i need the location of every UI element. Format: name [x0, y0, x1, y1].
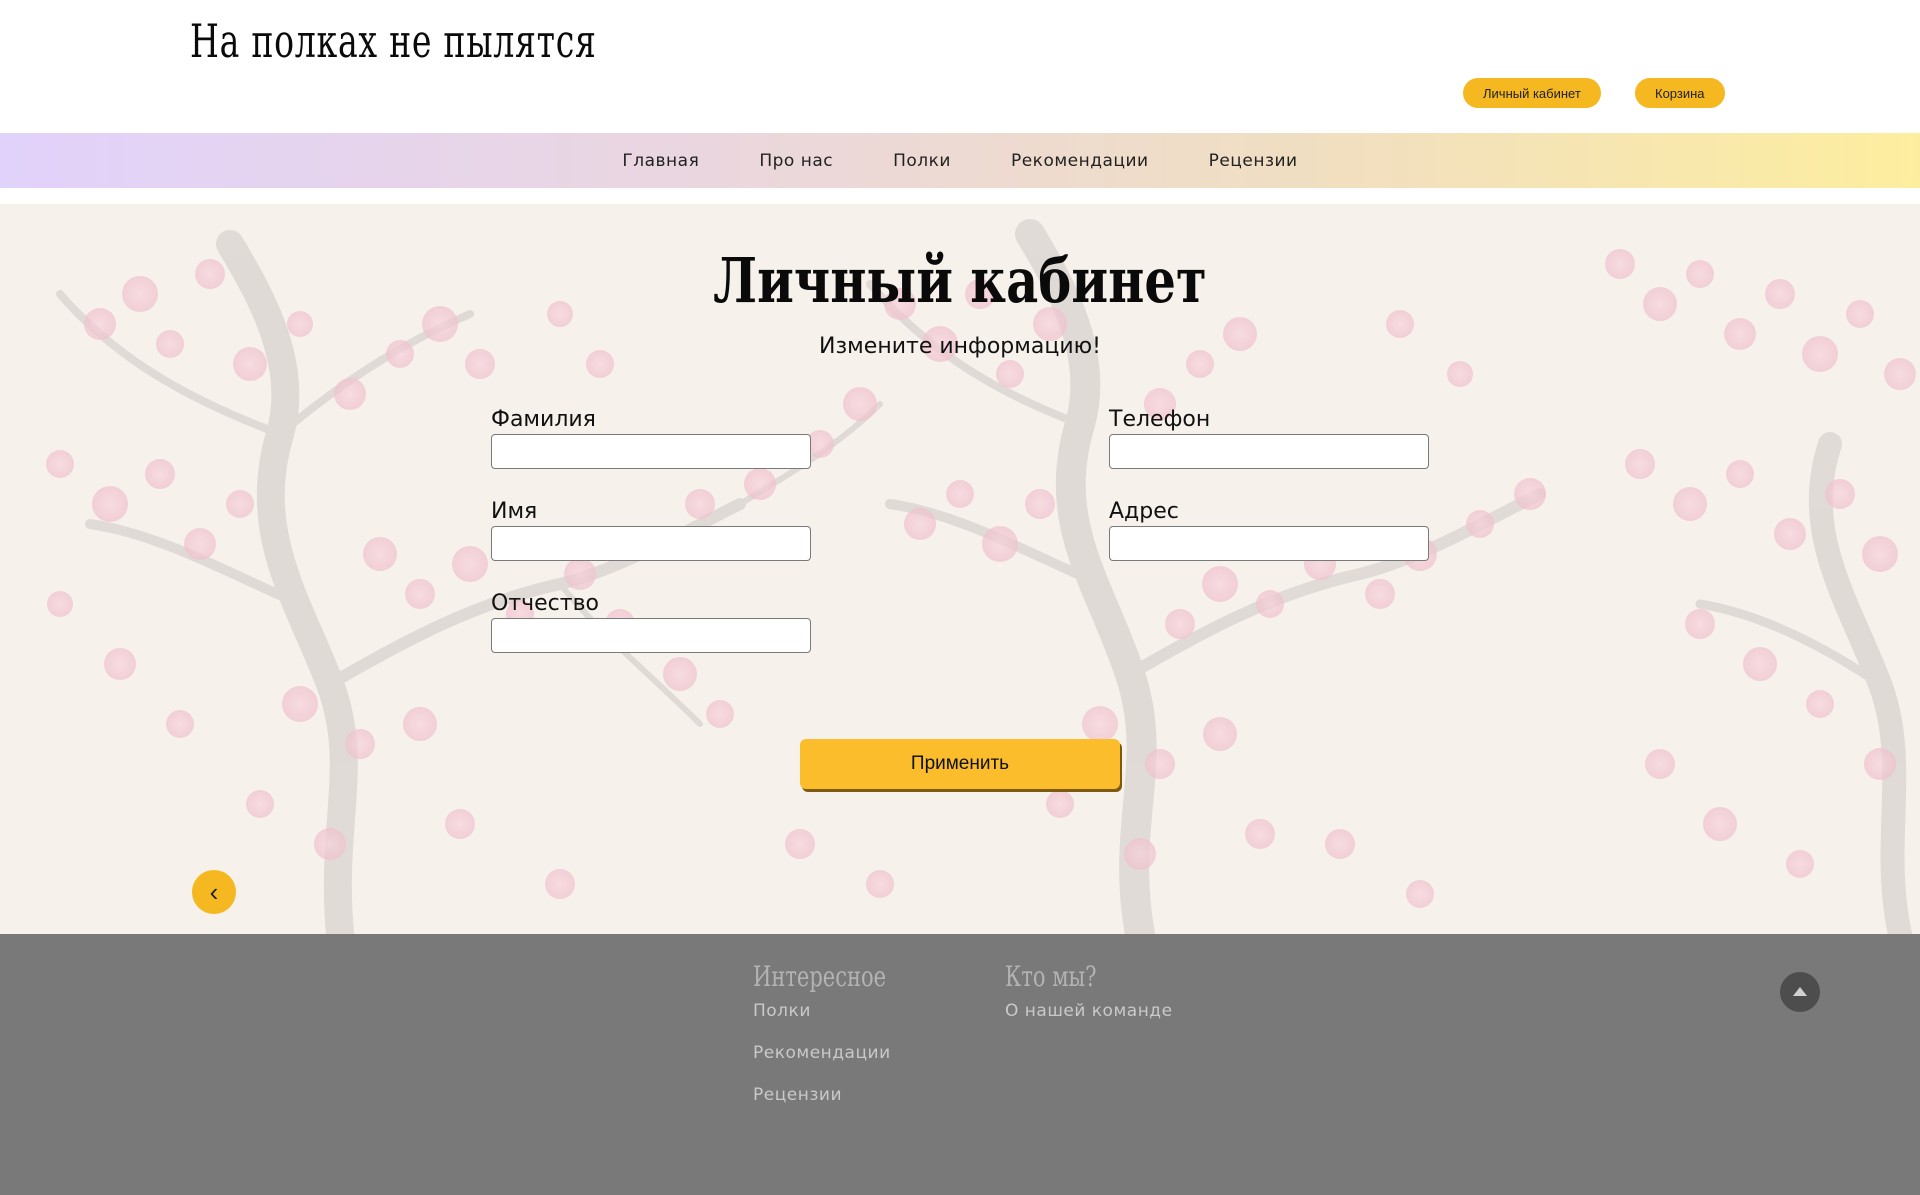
- name-input[interactable]: [491, 526, 811, 561]
- page-subtitle: Измените информацию!: [819, 334, 1101, 359]
- address-input[interactable]: [1109, 526, 1429, 561]
- surname-input[interactable]: [491, 434, 811, 469]
- scroll-to-top-button[interactable]: [1780, 972, 1820, 1012]
- footer-col-who-title: Кто мы?: [1005, 960, 1097, 993]
- account-button[interactable]: Личный кабинет: [1463, 78, 1601, 108]
- profile-section: Личный кабинет Измените информацию! Фами…: [0, 204, 1920, 934]
- footer-link-shelves[interactable]: Полки: [753, 1001, 930, 1043]
- main-nav: Главная Про нас Полки Рекомендации Рецен…: [0, 133, 1920, 188]
- caret-up-icon: [1793, 987, 1807, 996]
- patronymic-label: Отчество: [491, 591, 600, 616]
- nav-item-about[interactable]: Про нас: [759, 151, 833, 171]
- chevron-left-icon: ‹: [209, 876, 219, 907]
- nav-item-shelves[interactable]: Полки: [893, 151, 951, 171]
- footer-link-recommendations[interactable]: Рекомендации: [753, 1043, 930, 1085]
- nav-item-reviews[interactable]: Рецензии: [1209, 151, 1298, 171]
- site-header: На полках не пылятся Личный кабинет Корз…: [0, 0, 1920, 133]
- name-group: Имя: [491, 499, 811, 561]
- patronymic-group: Отчество: [491, 591, 811, 653]
- apply-button[interactable]: Применить: [800, 739, 1120, 789]
- site-footer: Интересное Полки Рекомендации Рецензии К…: [0, 934, 1920, 1195]
- back-button[interactable]: ‹: [192, 870, 236, 914]
- address-label: Адрес: [1109, 499, 1179, 524]
- footer-col-who: Кто мы? О нашей команде: [1005, 960, 1173, 1043]
- footer-col-interesting: Интересное Полки Рекомендации Рецензии: [753, 960, 930, 1127]
- surname-label: Фамилия: [491, 407, 596, 432]
- footer-link-team[interactable]: О нашей команде: [1005, 1001, 1173, 1043]
- phone-group: Телефон: [1109, 407, 1429, 469]
- site-logo[interactable]: На полках не пылятся: [190, 14, 597, 68]
- cart-button[interactable]: Корзина: [1635, 78, 1725, 108]
- name-label: Имя: [491, 499, 538, 524]
- phone-label: Телефон: [1109, 407, 1211, 432]
- patronymic-input[interactable]: [491, 618, 811, 653]
- phone-input[interactable]: [1109, 434, 1429, 469]
- footer-link-reviews[interactable]: Рецензии: [753, 1085, 930, 1127]
- page-title: Личный кабинет: [713, 244, 1207, 317]
- surname-group: Фамилия: [491, 407, 811, 469]
- footer-col-interesting-title: Интересное: [753, 960, 887, 993]
- nav-item-recommendations[interactable]: Рекомендации: [1011, 151, 1149, 171]
- address-group: Адрес: [1109, 499, 1429, 561]
- nav-item-home[interactable]: Главная: [622, 151, 699, 171]
